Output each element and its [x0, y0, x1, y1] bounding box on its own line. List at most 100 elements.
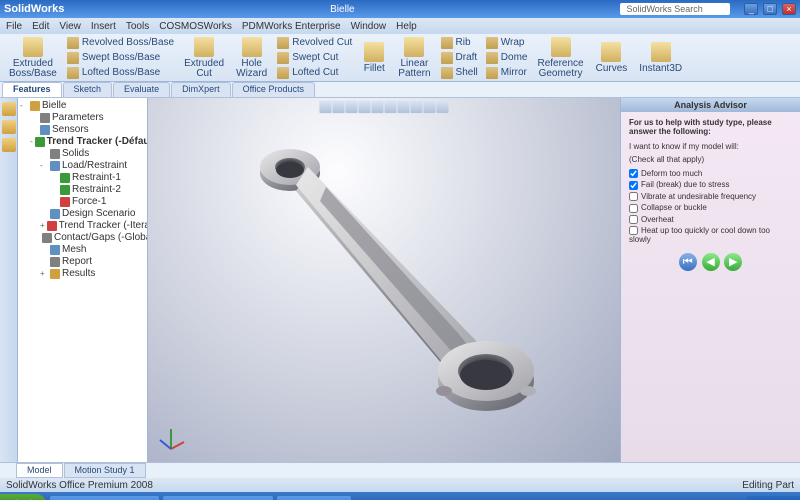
lofted-cut-button[interactable]: Lofted Cut: [274, 66, 355, 80]
bottom-tabs: ModelMotion Study 1: [0, 462, 800, 478]
tree-item[interactable]: Solids: [20, 148, 145, 160]
advisor-option[interactable]: Deform too much: [629, 168, 792, 179]
menu-insert[interactable]: Insert: [91, 21, 116, 32]
tree-item[interactable]: Force-1: [20, 196, 145, 208]
menu-cosmosworks[interactable]: COSMOSWorks: [159, 21, 232, 32]
taskbar-item[interactable]: So you thought Desig...: [50, 496, 160, 500]
view-tool-icon[interactable]: [398, 101, 410, 113]
viewport-3d[interactable]: [148, 98, 620, 462]
tree-item[interactable]: -Load/Restraint: [20, 160, 145, 172]
tree-item[interactable]: Sensors: [20, 124, 145, 136]
advisor-prev-button[interactable]: ◀: [702, 253, 720, 271]
tree-item[interactable]: +Results: [20, 268, 145, 280]
menu-help[interactable]: Help: [396, 21, 417, 32]
draft-button[interactable]: Draft: [438, 51, 481, 65]
view-toolbar: [319, 100, 450, 114]
tree-item[interactable]: -Bielle: [20, 100, 145, 112]
start-button[interactable]: start: [0, 494, 46, 500]
linear-pattern-button[interactable]: Linear Pattern: [393, 34, 435, 82]
maximize-button[interactable]: □: [763, 3, 777, 15]
extruded-cut-button[interactable]: Extruded Cut: [179, 34, 229, 82]
advisor-option[interactable]: Collapse or buckle: [629, 202, 792, 213]
revolved-cut-button[interactable]: Revolved Cut: [274, 36, 355, 50]
ref-geom-button[interactable]: Reference Geometry: [532, 34, 588, 82]
taskbar-item[interactable]: SolidWorks Office Pre...: [163, 496, 273, 500]
wrap-button[interactable]: Wrap: [483, 36, 531, 50]
tree-item[interactable]: -Trend Tracker (-Défaut-): [20, 136, 145, 148]
menu-file[interactable]: File: [6, 21, 22, 32]
menu-pdmworks enterprise[interactable]: PDMWorks Enterprise: [242, 21, 341, 32]
close-button[interactable]: ×: [782, 3, 796, 15]
app-logo: SolidWorks: [4, 3, 64, 15]
side-icon[interactable]: [2, 120, 16, 134]
extruded-boss-button[interactable]: Extruded Boss/Base: [4, 34, 62, 82]
status-right: Editing Part: [742, 480, 794, 491]
status-bar: SolidWorks Office Premium 2008 Editing P…: [0, 478, 800, 492]
lofted-boss-button[interactable]: Lofted Boss/Base: [64, 66, 177, 80]
advisor-first-button[interactable]: ⏮: [679, 253, 697, 271]
advisor-option[interactable]: Fail (break) due to stress: [629, 179, 792, 190]
advisor-subtext: (Check all that apply): [629, 155, 792, 164]
view-tool-icon[interactable]: [437, 101, 449, 113]
swept-boss-button[interactable]: Swept Boss/Base: [64, 51, 177, 65]
advisor-option[interactable]: Heat up too quickly or cool down too slo…: [629, 225, 792, 245]
fillet-button[interactable]: Fillet: [357, 39, 391, 77]
tab-office-products[interactable]: Office Products: [232, 82, 315, 97]
menu-view[interactable]: View: [59, 21, 81, 32]
menu-tools[interactable]: Tools: [126, 21, 149, 32]
menu-window[interactable]: Window: [351, 21, 387, 32]
tree-item[interactable]: Design Scenario: [20, 208, 145, 220]
curves-button[interactable]: Curves: [591, 39, 633, 77]
advisor-option[interactable]: Overheat: [629, 214, 792, 225]
view-tool-icon[interactable]: [333, 101, 345, 113]
advisor-subtext: I want to know if my model will:: [629, 142, 792, 151]
tab-dimxpert[interactable]: DimXpert: [171, 82, 231, 97]
analysis-advisor-panel: Analysis Advisor For us to help with stu…: [620, 98, 800, 462]
advisor-next-button[interactable]: ▶: [724, 253, 742, 271]
view-tool-icon[interactable]: [385, 101, 397, 113]
side-icon[interactable]: [2, 138, 16, 152]
tab-evaluate[interactable]: Evaluate: [113, 82, 170, 97]
tree-item[interactable]: Parameters: [20, 112, 145, 124]
rib-button[interactable]: Rib: [438, 36, 481, 50]
instant3d-button[interactable]: Instant3D: [634, 39, 687, 77]
view-tool-icon[interactable]: [346, 101, 358, 113]
view-tool-icon[interactable]: [320, 101, 332, 113]
window-buttons: _ □ ×: [742, 3, 796, 15]
tree-item[interactable]: Contact/Gaps (-Global: Bonded-): [20, 232, 145, 244]
revolved-boss-button[interactable]: Revolved Boss/Base: [64, 36, 177, 50]
orientation-triad[interactable]: [156, 424, 186, 454]
view-tool-icon[interactable]: [411, 101, 423, 113]
tree-item[interactable]: Restraint-1: [20, 172, 145, 184]
tree-item[interactable]: Restraint-2: [20, 184, 145, 196]
dome-button[interactable]: Dome: [483, 51, 531, 65]
menu-edit[interactable]: Edit: [32, 21, 49, 32]
view-tool-icon[interactable]: [372, 101, 384, 113]
tab-sketch[interactable]: Sketch: [63, 82, 113, 97]
bottom-tab-motion-study-1[interactable]: Motion Study 1: [64, 463, 146, 478]
menu-bar: File Edit View Insert Tools COSMOSWorks PDMWor…: [0, 18, 800, 34]
tree-item[interactable]: Mesh: [20, 244, 145, 256]
view-tool-icon[interactable]: [359, 101, 371, 113]
tree-item[interactable]: Report: [20, 256, 145, 268]
minimize-button[interactable]: _: [744, 3, 758, 15]
tree-item[interactable]: +Trend Tracker (-Iteration 4-): [20, 220, 145, 232]
status-left: SolidWorks Office Premium 2008: [6, 480, 153, 491]
view-tool-icon[interactable]: [424, 101, 436, 113]
mirror-button[interactable]: Mirror: [483, 66, 531, 80]
ribbon-tabs: FeaturesSketchEvaluateDimXpertOffice Pro…: [0, 82, 800, 98]
advisor-option[interactable]: Vibrate at undesirable frequency: [629, 191, 792, 202]
advisor-question: For us to help with study type, please a…: [629, 118, 792, 136]
ribbon-toolbar: Extruded Boss/BaseRevolved Boss/BaseSwep…: [0, 34, 800, 82]
bottom-tab-model[interactable]: Model: [16, 463, 63, 478]
tab-features[interactable]: Features: [2, 82, 62, 97]
hole-wizard-button[interactable]: Hole Wizard: [231, 34, 272, 82]
shell-button[interactable]: Shell: [438, 66, 481, 80]
feature-tree[interactable]: -BielleParametersSensors-Trend Tracker (…: [18, 98, 148, 462]
search-input[interactable]: SolidWorks Search: [620, 3, 730, 15]
swept-cut-button[interactable]: Swept Cut: [274, 51, 355, 65]
system-tray[interactable]: 8:56 AM: [747, 496, 800, 500]
taskbar-item[interactable]: untitled - Paint: [277, 496, 351, 500]
side-icon[interactable]: [2, 102, 16, 116]
document-title: Bielle: [64, 4, 620, 15]
